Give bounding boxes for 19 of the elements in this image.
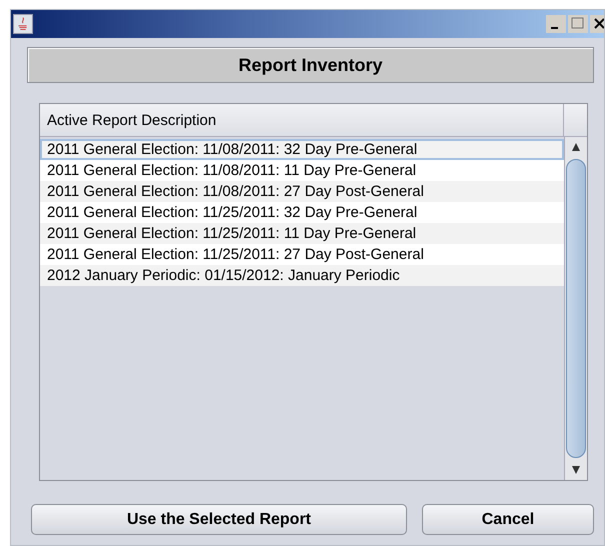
- table-row[interactable]: 2011 General Election: 11/08/2011: 32 Day Pre-General: [40, 139, 564, 160]
- table-row[interactable]: 2012 January Periodic: 01/15/2012: January Periodic: [40, 265, 564, 286]
- minimize-icon[interactable]: [546, 15, 566, 33]
- scroll-thumb[interactable]: [566, 159, 586, 458]
- scroll-down-icon[interactable]: [572, 466, 580, 474]
- dialog-title: Report Inventory: [238, 54, 383, 76]
- scrollbar[interactable]: [564, 137, 587, 480]
- app-icon: [13, 14, 33, 34]
- header-corner: [564, 104, 587, 137]
- cancel-button[interactable]: Cancel: [422, 504, 594, 535]
- table-row[interactable]: 2011 General Election: 11/25/2011: 32 Day Pre-General: [40, 202, 564, 223]
- table-row[interactable]: 2011 General Election: 11/08/2011: 27 Day Post-General: [40, 181, 564, 202]
- column-header[interactable]: Active Report Description: [40, 104, 564, 137]
- scroll-up-icon[interactable]: [572, 143, 580, 151]
- close-icon[interactable]: [590, 15, 604, 33]
- table-row[interactable]: 2011 General Election: 11/08/2011: 11 Day Pre-General: [40, 160, 564, 181]
- table-row[interactable]: 2011 General Election: 11/25/2011: 27 Day Post-General: [40, 244, 564, 265]
- use-report-button[interactable]: Use the Selected Report: [31, 504, 407, 535]
- table-row[interactable]: 2011 General Election: 11/25/2011: 11 Day Pre-General: [40, 223, 564, 244]
